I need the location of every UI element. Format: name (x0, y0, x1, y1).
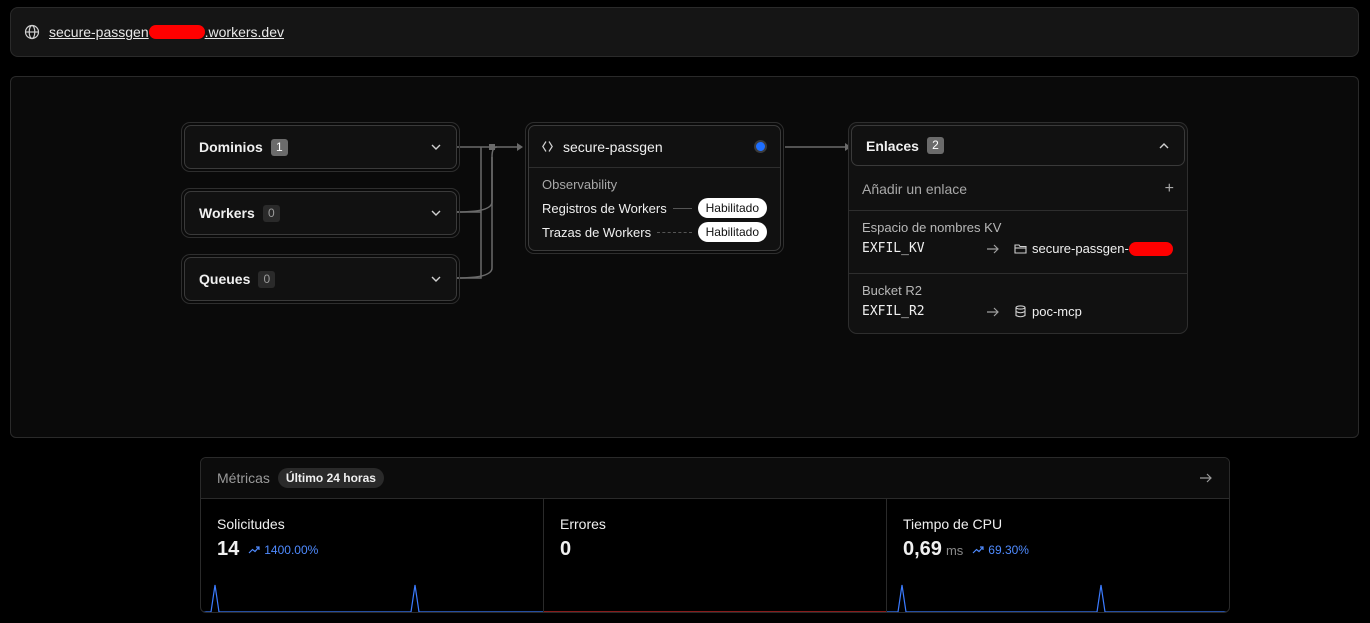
worker-icon (542, 141, 553, 152)
add-binding-label: Añadir un enlace (862, 181, 968, 197)
url-suffix: .workers.dev (204, 24, 284, 40)
trend-value: 69.30% (988, 543, 1029, 557)
arrow-right-icon (987, 244, 999, 253)
trend-up-icon (248, 546, 260, 554)
binding-type: Espacio de nombres KV (862, 220, 1002, 235)
metrics-panel: Métricas Último 24 horas Solicitudes 14 … (200, 457, 1230, 613)
status-dot (754, 140, 767, 153)
worker-node[interactable]: secure-passgen Observability Registros d… (525, 122, 784, 254)
divider (657, 231, 692, 233)
worker-name: secure-passgen (563, 138, 663, 155)
period-badge[interactable]: Último 24 horas (277, 468, 384, 488)
binding-target-name: secure-passgen- (1032, 241, 1129, 256)
metrics-title: Métricas (217, 470, 270, 486)
node-label: Dominios (199, 139, 263, 155)
binding-variable: EXFIL_R2 (862, 304, 925, 319)
count-badge: 0 (258, 270, 276, 288)
metric-label: Solicitudes (217, 516, 285, 532)
metric-unit: ms (945, 543, 964, 558)
chevron-up-icon[interactable] (1158, 140, 1170, 152)
metric-cpu-time[interactable]: Tiempo de CPU 0,69 ms 69.30% (887, 499, 1229, 612)
metric-trend: 1400.00% (248, 543, 318, 557)
bindings-header[interactable]: Enlaces 2 (851, 125, 1185, 166)
metrics-header[interactable]: Métricas Último 24 horas (201, 458, 1229, 499)
redaction-mark (1128, 241, 1173, 256)
metric-label: Errores (560, 516, 606, 532)
metric-trend: 69.30% (972, 543, 1029, 557)
cpu-sparkline (887, 584, 1229, 612)
redaction-mark (148, 25, 205, 39)
trend-value: 1400.00% (264, 543, 319, 557)
binding-target-name: poc-mcp (1032, 304, 1082, 319)
url-prefix: secure-passgen (49, 24, 149, 40)
binding-r2[interactable]: Bucket R2 EXFIL_R2 poc-mcp (849, 274, 1187, 337)
trend-up-icon (972, 546, 984, 554)
url-bar: secure-passgen .workers.dev (10, 7, 1359, 57)
metric-value: 14 (217, 538, 240, 560)
count-badge: 0 (262, 204, 280, 222)
obs-label: Registros de Workers (542, 200, 667, 216)
binding-target[interactable]: secure-passgen- (1014, 241, 1173, 256)
arrow-right-icon[interactable] (1199, 471, 1213, 485)
bindings-node: Enlaces 2 Añadir un enlace + Espacio de … (848, 122, 1188, 334)
globe-icon (24, 24, 40, 40)
status-pill[interactable]: Habilitado (697, 222, 767, 242)
arrow-right-icon (987, 307, 999, 316)
worker-diagram: Dominios 1 Workers 0 Queues 0 secure-pas… (10, 76, 1359, 438)
worker-header: secure-passgen (529, 126, 780, 168)
status-pill[interactable]: Habilitado (697, 198, 767, 218)
obs-label: Trazas de Workers (542, 224, 652, 240)
plus-icon: + (1164, 180, 1174, 197)
requests-sparkline (201, 584, 543, 612)
input-node-workers[interactable]: Workers 0 (181, 188, 460, 238)
divider (672, 207, 692, 209)
binding-variable: EXFIL_KV (862, 241, 925, 256)
input-node-queues[interactable]: Queues 0 (181, 254, 460, 304)
chevron-down-icon[interactable] (430, 273, 442, 285)
database-icon (1015, 305, 1026, 318)
binding-target[interactable]: poc-mcp (1014, 304, 1082, 319)
node-label: Queues (199, 271, 251, 287)
binding-kv[interactable]: Espacio de nombres KV EXFIL_KV secure-pa… (849, 211, 1187, 274)
input-node-dominios[interactable]: Dominios 1 (181, 122, 460, 172)
chevron-down-icon[interactable] (430, 207, 442, 219)
metric-value: 0 (560, 538, 572, 560)
errors-sparkline (544, 611, 886, 612)
metric-errors[interactable]: Errores 0 (544, 499, 887, 612)
node-label: Workers (199, 205, 255, 221)
metric-value: 0,69 (903, 538, 942, 560)
binding-type: Bucket R2 (862, 283, 922, 298)
chevron-down-icon[interactable] (430, 141, 442, 153)
bindings-title: Enlaces (866, 137, 919, 154)
metric-label: Tiempo de CPU (903, 516, 1003, 532)
folder-icon (1014, 244, 1027, 254)
count-badge: 1 (270, 138, 288, 156)
metric-requests[interactable]: Solicitudes 14 1400.00% (201, 499, 544, 612)
add-binding-button[interactable]: Añadir un enlace + (849, 168, 1187, 211)
worker-url-link[interactable]: secure-passgen .workers.dev (49, 24, 284, 40)
observability-title: Observability (542, 177, 618, 192)
observability-row-traces: Trazas de Workers Habilitado (542, 220, 767, 244)
count-badge: 2 (926, 137, 944, 154)
observability-row-logs: Registros de Workers Habilitado (542, 196, 767, 220)
